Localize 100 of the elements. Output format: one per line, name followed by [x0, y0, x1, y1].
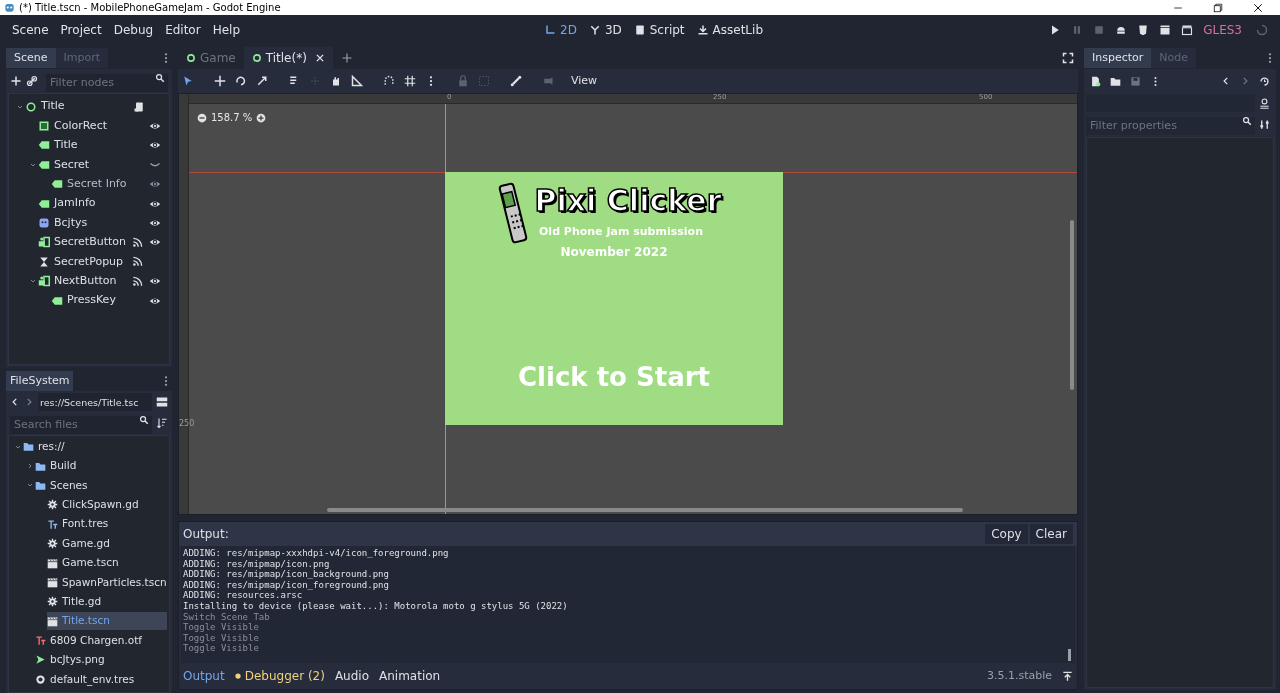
scene-tree-item[interactable]: Secret Info: [67, 176, 127, 193]
clapper-icon[interactable]: [1181, 24, 1194, 36]
dock-tab[interactable]: Scene: [6, 48, 56, 68]
add-node-icon[interactable]: [10, 75, 22, 87]
renderer-dropdown[interactable]: GLES3: [1203, 21, 1246, 39]
menu-item[interactable]: Debug: [109, 21, 158, 39]
file-item[interactable]: ClickSpawn.gd: [47, 495, 147, 514]
file-item[interactable]: bcJtys.png: [35, 651, 113, 669]
restore-icon[interactable]: [1212, 1, 1224, 14]
file-item[interactable]: Game.gd: [47, 534, 118, 553]
filter-properties-field[interactable]: Filter properties: [1086, 116, 1255, 135]
link-icon[interactable]: [26, 75, 38, 87]
close-icon[interactable]: [314, 53, 325, 63]
file-item[interactable]: res://: [23, 437, 73, 456]
file-item[interactable]: Font.tres: [47, 515, 117, 534]
fullscreen-icon[interactable]: [1062, 52, 1074, 64]
workspace-tab[interactable]: Script: [633, 21, 685, 39]
scene-tree-item[interactable]: Bcjtys: [54, 214, 88, 232]
scene-tree-item[interactable]: JamInfo: [54, 195, 96, 212]
zoom-level[interactable]: 158.7 %: [211, 110, 253, 125]
property-options-icon[interactable]: [1259, 118, 1270, 130]
select-tool-icon[interactable]: [182, 75, 194, 87]
back-icon[interactable]: [1221, 76, 1231, 86]
bottom-panel-tab[interactable]: Audio: [334, 667, 369, 685]
scene-tree-item[interactable]: Title: [41, 98, 65, 115]
scene-tree-item[interactable]: ColorRect: [54, 117, 107, 135]
close-icon[interactable]: [1252, 1, 1264, 14]
document-tab[interactable]: Title(*): [243, 47, 333, 69]
scene-tree-item[interactable]: NextButton: [54, 272, 117, 290]
zoom-out-icon[interactable]: [197, 112, 207, 123]
scene-tree-item[interactable]: SecretPopup: [54, 253, 124, 271]
history-icon[interactable]: [1259, 75, 1270, 87]
snap-icon[interactable]: [383, 75, 395, 87]
scrollbar[interactable]: [1068, 649, 1071, 661]
signal-icon[interactable]: [132, 236, 143, 248]
bottom-panel-tab[interactable]: Debugger (2): [234, 667, 325, 685]
scale-tool-icon[interactable]: [256, 75, 268, 87]
menu-item[interactable]: Scene: [8, 21, 53, 39]
forward-icon[interactable]: [24, 397, 34, 407]
scene-tree-row[interactable]: JamInfo: [9, 193, 169, 214]
save-icon[interactable]: [1130, 75, 1141, 87]
shield-icon[interactable]: [1137, 24, 1150, 36]
scene-tree-item[interactable]: Secret: [54, 156, 90, 174]
grid-snap-icon[interactable]: [404, 75, 416, 87]
file-item[interactable]: default_env.tres: [35, 670, 143, 689]
scene-tree-row[interactable]: Bcjtys: [9, 213, 169, 233]
scene-tree-row[interactable]: NextButton: [9, 271, 169, 291]
workspace-tab[interactable]: 2D: [544, 21, 577, 39]
search-files-field[interactable]: Search files: [10, 415, 152, 434]
scene-tree-row[interactable]: SecretButton: [9, 232, 169, 253]
file-item[interactable]: SpawnParticles.tscn: [47, 573, 169, 592]
file-item[interactable]: 6809 Chargen.otf: [35, 631, 150, 650]
output-action-button[interactable]: Copy: [985, 524, 1028, 544]
open-folder-icon[interactable]: [1110, 75, 1121, 87]
bottom-panel-tab[interactable]: Output: [183, 667, 225, 685]
filter-nodes-field[interactable]: Filter nodes: [46, 73, 168, 92]
bottom-panel-tab[interactable]: Animation: [379, 667, 441, 685]
scene-tree-row[interactable]: Secret Info: [9, 174, 169, 194]
rotate-tool-icon[interactable]: [235, 75, 247, 87]
file-item[interactable]: Title.gd: [47, 592, 110, 611]
output-action-button[interactable]: Clear: [1029, 524, 1073, 544]
menu-item[interactable]: Editor: [161, 21, 205, 39]
scrollbar[interactable]: [327, 508, 963, 512]
bone-icon[interactable]: [510, 75, 522, 87]
scrollbar[interactable]: [1070, 220, 1074, 390]
sort-icon[interactable]: [156, 417, 168, 429]
scene-tree-row[interactable]: Title: [9, 97, 169, 117]
scene-tree-row[interactable]: Title: [9, 135, 169, 156]
menu-item[interactable]: Help: [208, 21, 244, 39]
expand-caret-icon[interactable]: [26, 462, 34, 471]
path-field[interactable]: res://Scenes/Title.tsc: [38, 393, 152, 411]
workspace-tab[interactable]: AssetLib: [696, 21, 763, 39]
scene-tree-row[interactable]: SecretPopup: [9, 252, 169, 272]
scene-tree-item[interactable]: SecretButton: [54, 234, 126, 251]
scene-tree-row[interactable]: ColorRect: [9, 116, 169, 136]
split-view-icon[interactable]: [156, 396, 168, 408]
scene-tree-item[interactable]: PressKey: [67, 292, 116, 309]
menu-item[interactable]: Project: [56, 21, 106, 39]
forward-icon[interactable]: [1240, 76, 1250, 86]
workspace-tab[interactable]: 3D: [588, 21, 622, 39]
script-icon[interactable]: [133, 100, 145, 113]
signal-icon[interactable]: [132, 275, 143, 287]
file-item[interactable]: Game.tscn: [47, 554, 127, 573]
object-search-icon[interactable]: [1259, 97, 1270, 109]
new-resource-icon[interactable]: [1090, 75, 1101, 87]
file-item[interactable]: Title.tscn: [47, 612, 167, 631]
file-item[interactable]: Build: [35, 457, 85, 476]
add-tab-icon[interactable]: [340, 52, 353, 64]
dock-tab[interactable]: Inspector: [1084, 48, 1152, 68]
dock-title[interactable]: FileSystem: [6, 371, 74, 391]
collapse-panel-icon[interactable]: [1062, 670, 1073, 682]
stop-icon[interactable]: [1093, 24, 1106, 36]
back-icon[interactable]: [10, 397, 20, 407]
clapper-icon[interactable]: [1159, 24, 1172, 36]
signal-icon[interactable]: [132, 256, 143, 268]
scene-tree-row[interactable]: PressKey: [9, 290, 169, 311]
file-item[interactable]: Scenes: [35, 476, 96, 495]
move-tool-icon[interactable]: [214, 75, 226, 87]
scene-tree-item[interactable]: Title: [54, 137, 78, 154]
zoom-in-icon[interactable]: [256, 112, 267, 123]
